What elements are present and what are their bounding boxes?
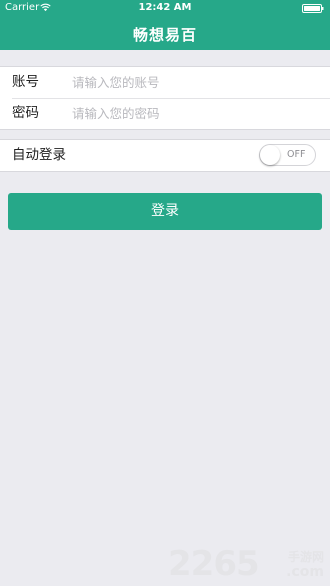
- page-title: 畅想易百: [132, 26, 197, 44]
- toggle-knob: [260, 145, 280, 165]
- password-label: 密码: [12, 105, 39, 121]
- app-header: Carrier 12:42 AM 畅想易百: [0, 0, 330, 50]
- watermark-number: 2265: [168, 544, 260, 584]
- watermark-logo: 2265 手游网 .com: [168, 544, 328, 584]
- auto-login-group: 自动登录 OFF: [0, 139, 330, 172]
- status-time: 12:42 AM: [138, 2, 192, 13]
- battery-icon: [302, 4, 324, 13]
- password-row: 密码: [0, 98, 330, 129]
- watermark-domain: .com: [286, 564, 324, 580]
- auto-login-toggle[interactable]: OFF: [259, 144, 316, 166]
- account-label: 账号: [12, 74, 39, 90]
- status-bar: Carrier 12:42 AM: [0, 0, 330, 16]
- watermark-label: 手游网: [287, 550, 324, 564]
- account-input[interactable]: [72, 73, 312, 92]
- auto-login-label: 自动登录: [12, 147, 66, 163]
- toggle-state-text: OFF: [287, 149, 306, 160]
- login-form: 账号 密码: [0, 66, 330, 130]
- auto-login-row: 自动登录 OFF: [0, 140, 330, 171]
- account-row: 账号: [0, 67, 330, 98]
- password-input[interactable]: [72, 104, 312, 123]
- login-button[interactable]: 登录: [8, 193, 322, 230]
